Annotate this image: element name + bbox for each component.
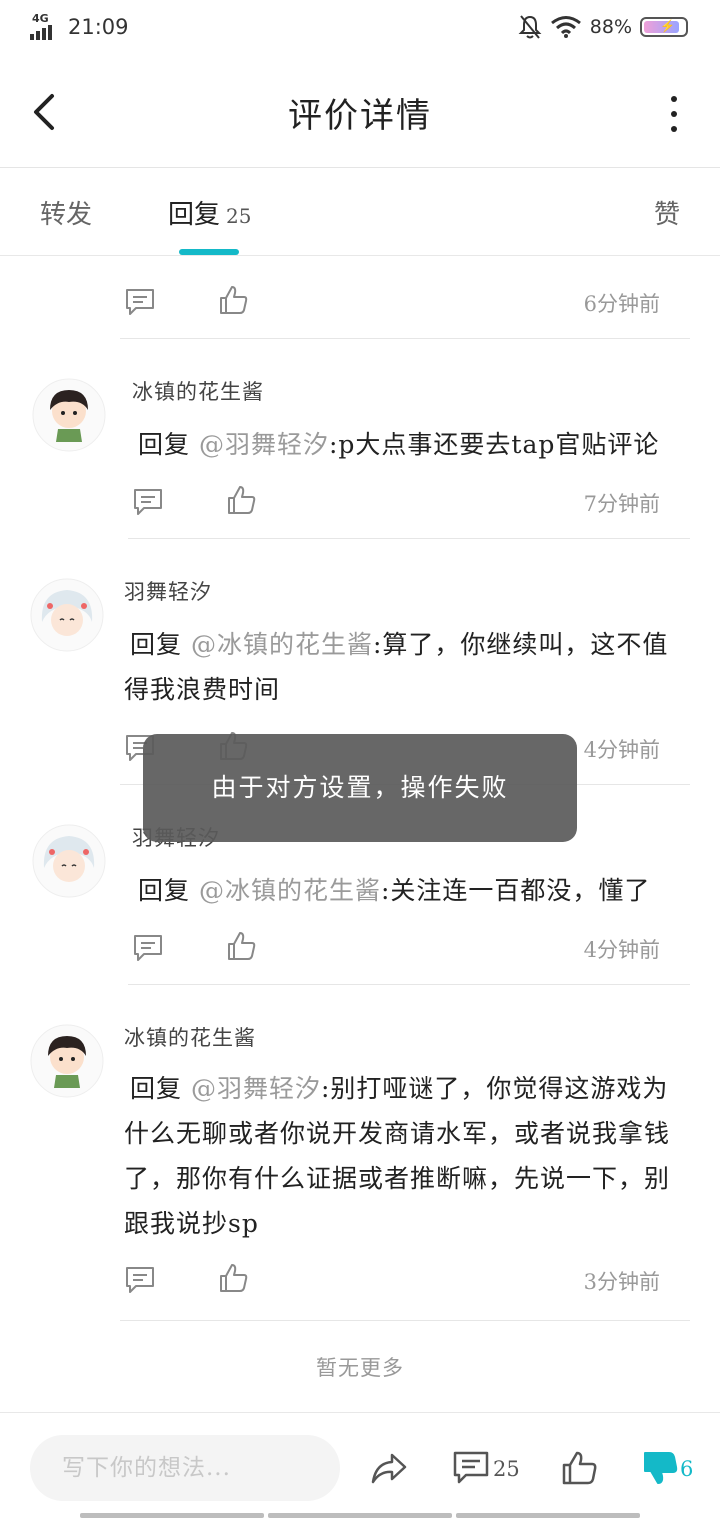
avatar[interactable] [32,378,106,452]
tab-reply-count: 25 [226,204,252,228]
mute-icon [518,15,542,39]
reply-prefix: 回复 [138,876,199,905]
active-tab-indicator [179,249,239,255]
toast-message: 由于对方设置，操作失败 [143,734,577,842]
reply-prefix: 回复 [130,630,191,659]
reply-prefix: 回复 [138,430,199,459]
comment-count: 25 [493,1457,520,1481]
tab-bar: 转发 回复 25 赞 [0,168,720,256]
reply-text: :p大点事还要去tap官贴评论 [328,430,660,459]
bottom-action-bar: 写下你的想法... 25 6 [0,1412,720,1520]
wifi-icon [550,16,581,38]
tab-like[interactable]: 赞 [654,194,680,231]
mention-link[interactable]: @冰镇的花生酱 [191,630,373,659]
network-type: 4G [32,12,49,25]
mention-link[interactable]: @羽舞轻汐 [199,430,329,459]
avatar[interactable] [32,824,106,898]
reply-username[interactable]: 冰镇的花生酱 [132,376,264,406]
mention-link[interactable]: @冰镇的花生酱 [199,876,381,905]
dislike-count: 6 [680,1457,694,1481]
mention-link[interactable]: @羽舞轻汐 [191,1074,321,1103]
navigation-gesture-bar [80,1513,640,1518]
reply-time: 6分钟前 [583,292,660,316]
tab-forward[interactable]: 转发 [40,194,92,231]
thumbs-down-icon[interactable] [641,1449,679,1487]
reply-prefix: 回复 [130,1074,191,1103]
reply-item: 冰镇的花生酱 回复 @羽舞轻汐:别打哑谜了，你觉得这游戏为什么无聊或者你说开发商… [0,986,720,1322]
comment-icon[interactable] [132,932,164,964]
reply-username[interactable]: 羽舞轻汐 [124,576,212,606]
reply-time: 4分钟前 [583,938,660,962]
reply-username[interactable]: 冰镇的花生酱 [124,1022,256,1052]
battery-percent: 88% [589,16,632,38]
reply-item: 冰镇的花生酱 回复 @羽舞轻汐:p大点事还要去tap官贴评论 7分钟前 [0,340,720,540]
end-of-list-text: 暂无更多 [316,1356,404,1380]
reply-content: 回复 @冰镇的花生酱:关注连一百都没，懂了 [138,868,688,913]
status-time: 21:09 [68,15,129,39]
thumbs-up-icon[interactable] [217,284,249,316]
comment-icon[interactable] [124,1264,156,1296]
comment-icon[interactable] [124,286,156,318]
list-item: 6分钟前 [0,256,720,340]
status-bar: 4G 21:09 88% ⚡ [0,0,720,58]
page-title: 评价详情 [288,96,432,136]
thumbs-up-icon[interactable] [225,484,257,516]
reply-content: 回复 @羽舞轻汐:别打哑谜了，你觉得这游戏为什么无聊或者你说开发商请水军，或者说… [124,1066,688,1246]
reply-text: :关注连一百都没，懂了 [380,876,651,905]
battery-charging-icon: ⚡ [640,17,688,37]
comment-icon[interactable] [452,1449,490,1487]
reply-input[interactable]: 写下你的想法... [30,1435,340,1501]
more-options-icon[interactable] [668,96,680,132]
thumbs-up-icon[interactable] [560,1449,598,1487]
reply-time: 3分钟前 [583,1270,660,1294]
reply-content: 回复 @羽舞轻汐:p大点事还要去tap官贴评论 [138,422,688,467]
reply-content: 回复 @冰镇的花生酱:算了，你继续叫，这不值得我浪费时间 [124,622,684,712]
avatar[interactable] [30,1024,104,1098]
comment-icon[interactable] [132,486,164,518]
reply-time: 7分钟前 [583,492,660,516]
top-app-bar: 评价详情 [0,58,720,168]
share-icon[interactable] [370,1449,408,1487]
tab-reply-label: 回复 [168,200,221,230]
avatar[interactable] [30,578,104,652]
thumbs-up-icon[interactable] [225,930,257,962]
cellular-signal-icon: 4G [30,12,62,42]
reply-time: 4分钟前 [583,738,660,762]
tab-reply[interactable]: 回复 25 [168,194,251,231]
thumbs-up-icon[interactable] [217,1262,249,1294]
